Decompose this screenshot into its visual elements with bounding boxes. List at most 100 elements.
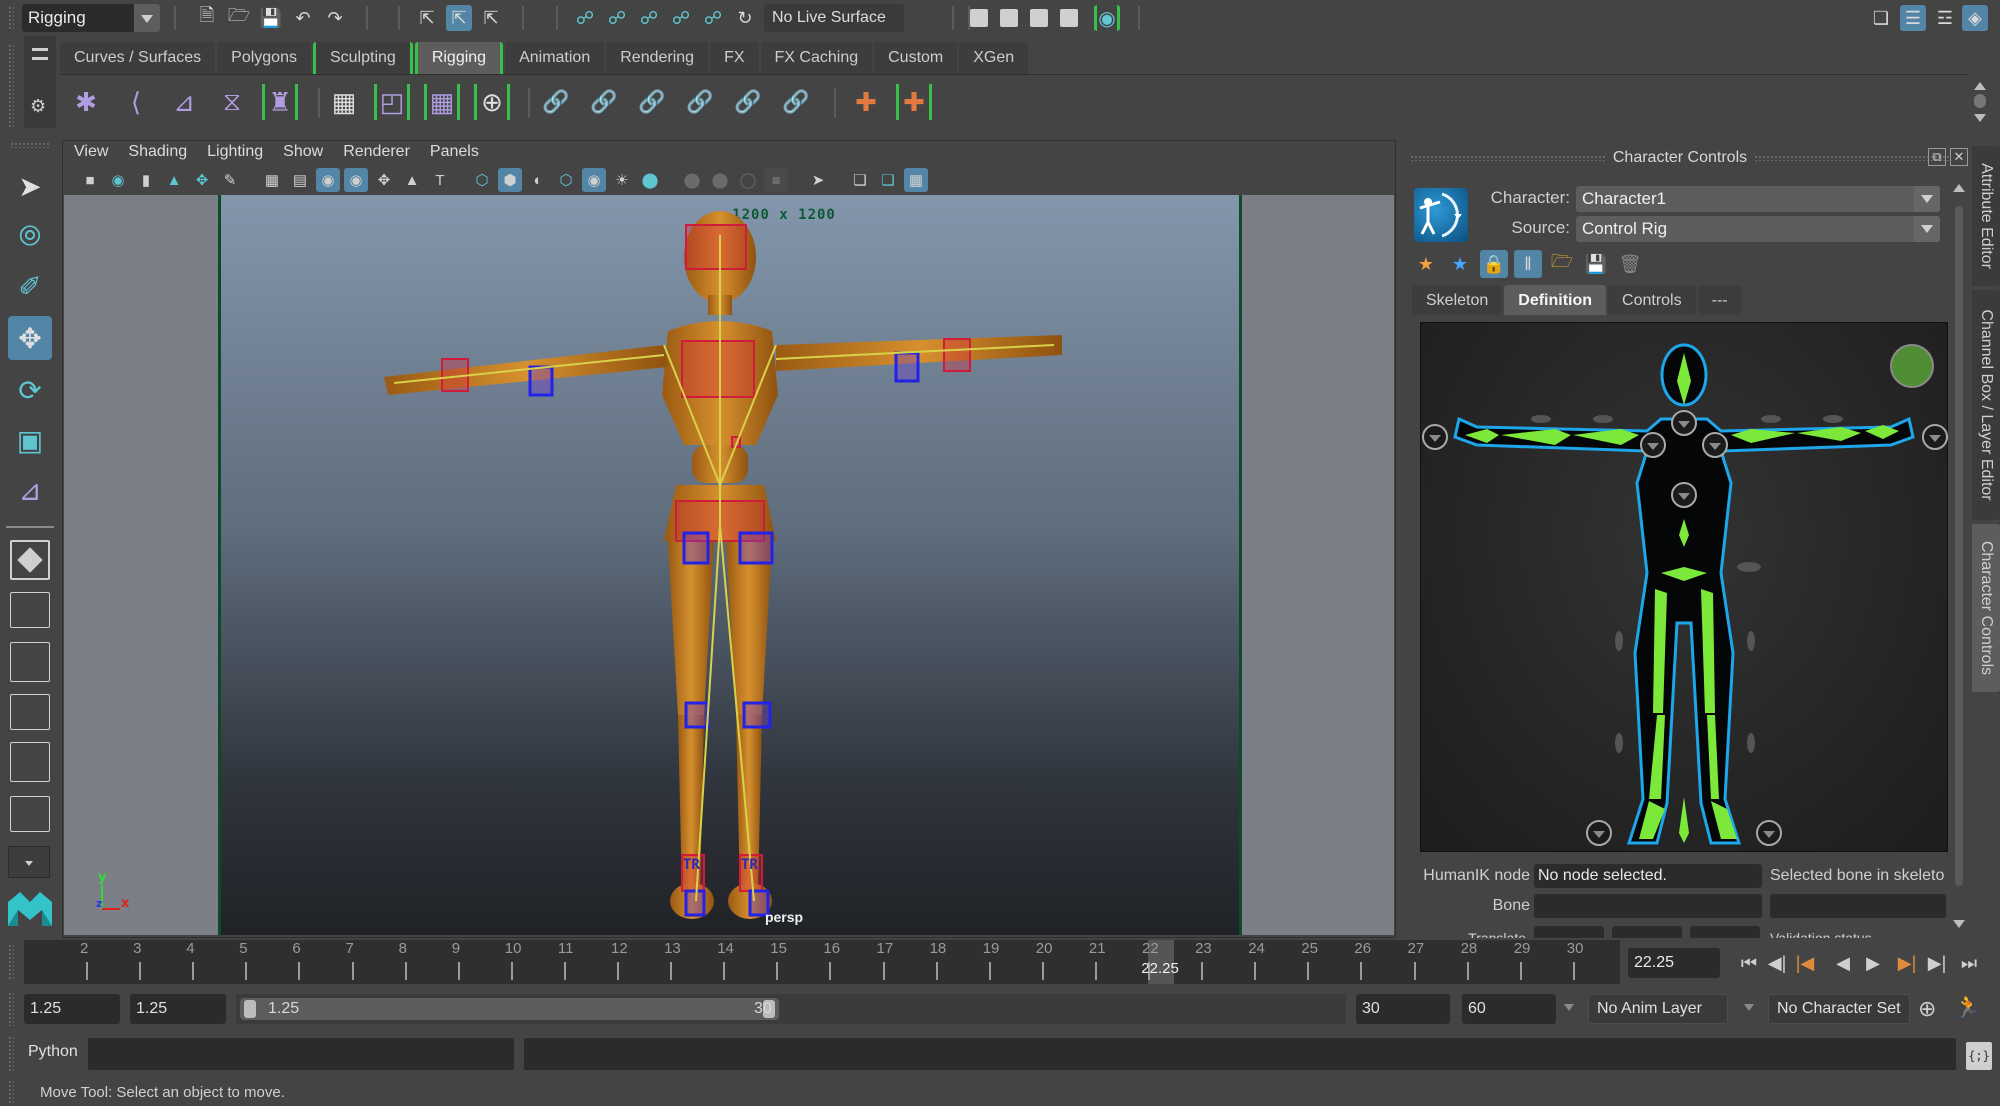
shelf-tab-fx[interactable]: FX bbox=[710, 42, 759, 74]
select-skeleton-icon[interactable]: ★ bbox=[1412, 250, 1440, 278]
gear-icon[interactable]: ⚙ bbox=[30, 96, 46, 117]
select-component-icon[interactable]: ⇱ bbox=[478, 5, 504, 31]
shelf-tab-rigging[interactable]: Rigging bbox=[414, 42, 504, 74]
bind-skin-icon[interactable]: ▦ bbox=[326, 84, 362, 120]
step-back-key-icon[interactable]: |◀ bbox=[1792, 948, 1818, 978]
outliner-persp-layout-button[interactable] bbox=[10, 642, 50, 682]
help-line-grip[interactable] bbox=[8, 1080, 14, 1104]
go-to-start-icon[interactable]: ⏮ bbox=[1736, 948, 1762, 978]
bookmark-icon[interactable]: ▮ bbox=[134, 168, 158, 192]
lights-icon[interactable]: ☀ bbox=[610, 168, 634, 192]
tab-more[interactable]: --- bbox=[1697, 285, 1742, 315]
source-dropdown[interactable]: Control Rig bbox=[1576, 216, 1940, 242]
character-controls-scrollbar[interactable] bbox=[1952, 180, 1966, 936]
anti-aliasing-icon[interactable]: ◯ bbox=[736, 168, 760, 192]
translate-z-field[interactable] bbox=[1690, 926, 1760, 938]
tab-controls[interactable]: Controls bbox=[1608, 285, 1696, 315]
paint-skin-weights-icon[interactable]: ◰ bbox=[374, 84, 410, 120]
undo-icon[interactable]: ↶ bbox=[290, 5, 316, 31]
float-panel-icon[interactable]: ⧉ bbox=[1928, 148, 1946, 166]
character-dropdown[interactable]: Character1 bbox=[1576, 186, 1940, 212]
rotate-tool-icon[interactable]: ⟳ bbox=[8, 368, 52, 412]
translate-y-field[interactable] bbox=[1612, 926, 1682, 938]
move-tool-icon[interactable]: ✥ bbox=[8, 316, 52, 360]
scroll-thumb[interactable] bbox=[1955, 206, 1963, 886]
animation-start-field[interactable]: 1.25 bbox=[24, 994, 120, 1024]
smooth-shade-icon[interactable]: ⬢ bbox=[498, 168, 522, 192]
shelf-tab-polygons[interactable]: Polygons bbox=[217, 42, 311, 74]
menu-view[interactable]: View bbox=[72, 140, 120, 164]
menu-panels[interactable]: Panels bbox=[428, 140, 491, 164]
pole-vector-constraint-icon[interactable]: 🔗 bbox=[778, 84, 814, 120]
script-editor-icon[interactable]: {;} bbox=[1966, 1042, 1992, 1070]
motion-blur-icon[interactable]: ⬤ bbox=[708, 168, 732, 192]
command-language-label[interactable]: Python bbox=[28, 1043, 78, 1061]
redo-icon[interactable]: ↷ bbox=[322, 5, 348, 31]
selected-bone-field[interactable] bbox=[1770, 894, 1946, 918]
ipr-render-icon[interactable] bbox=[1026, 5, 1052, 31]
menu-lighting[interactable]: Lighting bbox=[205, 140, 275, 164]
cluster-icon[interactable]: ⊕ bbox=[474, 84, 510, 120]
status-line-grip[interactable] bbox=[8, 6, 14, 30]
select-tool-icon[interactable]: ➤ bbox=[8, 164, 52, 208]
select-control-rig-icon[interactable]: ★ bbox=[1446, 250, 1474, 278]
menu-set-dropdown[interactable]: Rigging bbox=[22, 4, 160, 32]
humanik-logo-button[interactable] bbox=[1414, 188, 1468, 242]
xray-icon[interactable]: ❏ bbox=[848, 168, 872, 192]
shelf-tab-xgen[interactable]: XGen bbox=[959, 42, 1029, 74]
mirror-matching-icon[interactable]: ‖ bbox=[1514, 250, 1542, 278]
mirror-joint-icon[interactable]: ⊿ bbox=[166, 84, 202, 120]
shelf-scrollbar[interactable] bbox=[1970, 80, 1990, 126]
save-definition-icon[interactable]: 💾 bbox=[1582, 250, 1610, 278]
camera-attributes-icon[interactable]: ◉ bbox=[106, 168, 130, 192]
3d-viewport[interactable]: 1200 x 1200 TR TR persp y x z bbox=[64, 195, 1394, 935]
joint-tool-icon[interactable]: ✱ bbox=[68, 84, 104, 120]
xray-joints-icon[interactable]: ❏ bbox=[876, 168, 900, 192]
tool-settings-toggle-icon[interactable]: ☲ bbox=[1932, 5, 1958, 31]
auto-key-icon[interactable]: ⊕ bbox=[1918, 996, 1936, 1022]
shelf-grip[interactable] bbox=[8, 44, 14, 128]
delete-icon[interactable]: 🗑 bbox=[1616, 250, 1644, 278]
snap-view-plane-icon[interactable]: ☍ bbox=[668, 5, 694, 31]
menu-renderer[interactable]: Renderer bbox=[341, 140, 422, 164]
scroll-down-icon[interactable] bbox=[1953, 920, 1965, 928]
ik-handle-icon[interactable]: ⧖ bbox=[214, 84, 250, 120]
humanik-definition-view[interactable] bbox=[1420, 322, 1948, 852]
humanik-create-icon[interactable]: ✚ bbox=[848, 84, 884, 120]
last-tool-icon[interactable]: ⊿ bbox=[8, 468, 52, 512]
snap-grid-icon[interactable]: ☍ bbox=[572, 5, 598, 31]
go-to-end-icon[interactable]: ⏭ bbox=[1956, 948, 1982, 978]
time-slider-grip[interactable] bbox=[8, 944, 14, 980]
parent-constraint-icon[interactable]: 🔗 bbox=[538, 84, 574, 120]
2d-pan-zoom-icon[interactable]: ✥ bbox=[190, 168, 214, 192]
wireframe-icon[interactable]: ⬡ bbox=[470, 168, 494, 192]
shelf-tab-rendering[interactable]: Rendering bbox=[606, 42, 709, 74]
playback-end-field[interactable]: 30 bbox=[1356, 994, 1450, 1024]
anim-layer-chevron-icon[interactable] bbox=[1564, 1004, 1574, 1011]
shadows-icon[interactable]: ⬤ bbox=[638, 168, 662, 192]
open-scene-icon[interactable]: 🗁 bbox=[226, 5, 252, 31]
point-constraint-icon[interactable]: 🔗 bbox=[586, 84, 622, 120]
persp-graph-hypergraph-layout-button[interactable] bbox=[10, 796, 50, 832]
snap-pivot-icon[interactable]: ↻ bbox=[732, 5, 758, 31]
lattice-icon[interactable]: ▦ bbox=[424, 84, 460, 120]
scroll-thumb[interactable] bbox=[1974, 94, 1986, 108]
orient-constraint-icon[interactable]: 🔗 bbox=[634, 84, 670, 120]
insert-joint-icon[interactable]: ⟨ bbox=[118, 84, 154, 120]
resolution-gate-icon[interactable]: ◉ bbox=[316, 168, 340, 192]
safe-action-icon[interactable]: ▲ bbox=[400, 168, 424, 192]
snap-curve-icon[interactable]: ☍ bbox=[604, 5, 630, 31]
select-object-icon[interactable]: ⇱ bbox=[446, 5, 472, 31]
field-chart-icon[interactable]: ✥ bbox=[372, 168, 396, 192]
save-scene-icon[interactable]: 💾 bbox=[258, 5, 284, 31]
render-settings-icon[interactable] bbox=[1056, 5, 1082, 31]
attribute-editor-toggle-icon[interactable]: ☰ bbox=[1900, 5, 1926, 31]
shelf-tab-animation[interactable]: Animation bbox=[505, 42, 605, 74]
scroll-up-icon[interactable] bbox=[1974, 82, 1986, 90]
scale-tool-icon[interactable]: ▣ bbox=[8, 418, 52, 462]
translate-x-field[interactable] bbox=[1534, 926, 1604, 938]
screen-space-ao-icon[interactable]: ⬤ bbox=[680, 168, 704, 192]
isolate-select-icon[interactable]: ➤ bbox=[806, 168, 830, 192]
time-slider[interactable]: 2 3 4 5 6 7 8 9 10 11 12 13 14 15 16 17 18 19 20 21 22 23 24 25… bbox=[24, 940, 1620, 984]
bone-field[interactable] bbox=[1534, 894, 1762, 918]
